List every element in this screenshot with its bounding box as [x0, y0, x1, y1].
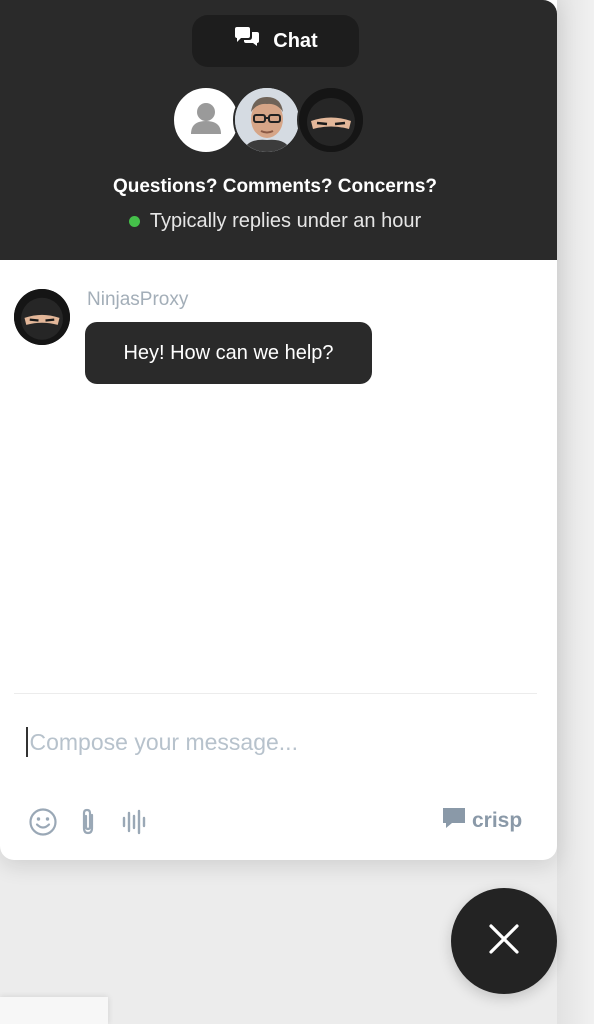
crisp-branding-link[interactable]: crisp [441, 806, 522, 836]
operator-avatars [172, 86, 372, 156]
default-user-icon [172, 86, 240, 154]
chat-tab-label: Chat [273, 29, 318, 52]
online-status-dot [128, 216, 140, 227]
composer-divider [14, 693, 537, 694]
chat-bubbles-icon [233, 26, 261, 56]
audio-icon[interactable] [118, 806, 150, 838]
attachment-icon[interactable] [72, 806, 104, 838]
background-panel [0, 997, 108, 1024]
chat-header: Chat Questions? Comments? Concerns? Typi… [0, 0, 557, 260]
availability-status: Typically replies under an hour [0, 210, 550, 233]
sender-avatar [14, 289, 70, 345]
close-chat-button[interactable] [451, 888, 557, 994]
emoji-icon[interactable] [27, 806, 59, 838]
message-sender-name: NinjasProxy [87, 289, 189, 310]
availability-text: Typically replies under an hour [149, 210, 422, 232]
close-icon [487, 922, 521, 961]
message-text: Hey! How can we help? [123, 341, 334, 364]
composer-placeholder: Compose your message... [29, 728, 298, 755]
message-bubble: Hey! How can we help? [85, 322, 372, 384]
crisp-logo-icon [441, 806, 467, 836]
chat-tab-button[interactable]: Chat [192, 15, 359, 67]
operator-avatar-photo [233, 86, 301, 154]
text-caret [26, 727, 28, 757]
page-background [557, 0, 594, 1024]
ninja-avatar [297, 86, 365, 154]
chat-widget: Chat Questions? Comments? Concerns? Typi… [0, 0, 557, 860]
header-title: Questions? Comments? Concerns? [112, 176, 438, 197]
crisp-label: crisp [472, 809, 523, 832]
message-composer-input[interactable]: Compose your message... [26, 722, 526, 762]
